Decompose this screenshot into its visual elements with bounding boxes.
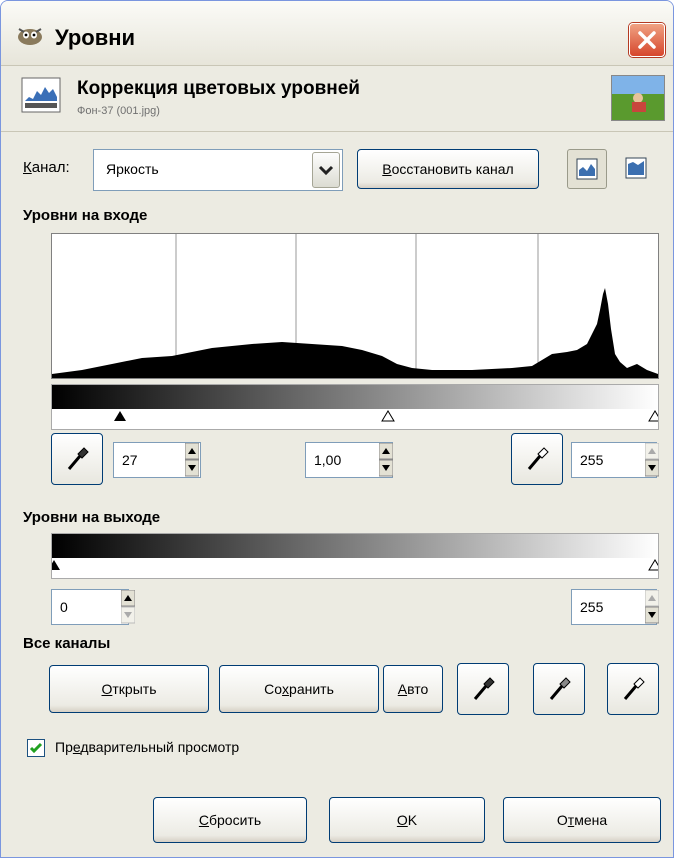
output-levels-title: Уровни на выходе: [23, 509, 161, 526]
auto-button[interactable]: Авто: [383, 665, 443, 713]
output-gradient-slider[interactable]: [48, 533, 662, 579]
dialog-heading: Коррекция цветовых уровней: [77, 78, 360, 99]
open-button[interactable]: Открыть: [49, 665, 209, 713]
close-button[interactable]: [629, 23, 665, 57]
output-high-stepper[interactable]: [645, 590, 659, 624]
auto-black-picker-button[interactable]: [457, 663, 509, 715]
dialog-header: Коррекция цветовых уровней Фон-37 (001.j…: [1, 66, 673, 132]
input-gradient: [52, 385, 662, 422]
eyedropper-white-icon: [527, 447, 549, 470]
input-gamma-stepper[interactable]: [379, 443, 393, 477]
log-histogram-icon: [625, 157, 647, 179]
log-histogram-button[interactable]: [617, 149, 657, 189]
input-high-stepper[interactable]: [645, 443, 659, 477]
gimp-icon: [18, 28, 42, 45]
low-input-handle: [114, 411, 126, 421]
levels-dialog: Уровни Коррекция цветовых уровней Фон-37…: [0, 0, 674, 858]
white-point-picker-button[interactable]: [511, 433, 563, 485]
all-channels-title: Все каналы: [23, 635, 111, 652]
window-title: Уровни: [55, 25, 136, 50]
linear-histogram-button[interactable]: [567, 149, 607, 189]
input-levels-title: Уровни на входе: [23, 207, 148, 224]
dropdown-arrow[interactable]: [312, 152, 340, 188]
preview-label: Предварительный просмотр: [55, 739, 240, 755]
output-low-field[interactable]: 0: [51, 589, 129, 625]
reset-channel-button[interactable]: Восстановить канал: [357, 149, 539, 189]
save-button[interactable]: Сохранить: [219, 665, 379, 713]
eyedropper-gray-icon: [549, 677, 571, 700]
close-icon: [638, 31, 656, 49]
eyedropper-black-icon: [473, 677, 495, 700]
image-name: Фон-37 (001.jpg): [77, 105, 160, 117]
channel-select[interactable]: Яркость: [93, 149, 343, 191]
auto-gray-picker-button[interactable]: [533, 663, 585, 715]
levels-icon: [21, 77, 61, 113]
checkmark-icon: [29, 742, 43, 754]
input-gradient-slider[interactable]: [51, 384, 662, 430]
image-thumbnail: [611, 75, 665, 121]
cancel-button[interactable]: Отмена: [503, 797, 661, 843]
eyedropper-white-icon: [623, 677, 645, 700]
channel-label: Канал:: [23, 159, 70, 176]
ok-button[interactable]: ОK: [329, 797, 485, 843]
histogram-plot: [52, 234, 658, 378]
chevron-down-icon: [318, 165, 334, 176]
histogram: [51, 233, 659, 379]
output-gradient: [48, 534, 662, 571]
eyedropper-black-icon: [67, 447, 89, 470]
auto-white-picker-button[interactable]: [607, 663, 659, 715]
preview-checkbox[interactable]: [27, 739, 45, 757]
channel-value: Яркость: [106, 161, 159, 177]
black-point-picker-button[interactable]: [51, 433, 103, 485]
linear-histogram-icon: [576, 158, 598, 180]
output-low-stepper[interactable]: [121, 590, 135, 624]
reset-button[interactable]: Сбросить: [153, 797, 307, 843]
input-low-stepper[interactable]: [185, 443, 199, 477]
title-bar[interactable]: Уровни: [1, 1, 673, 66]
